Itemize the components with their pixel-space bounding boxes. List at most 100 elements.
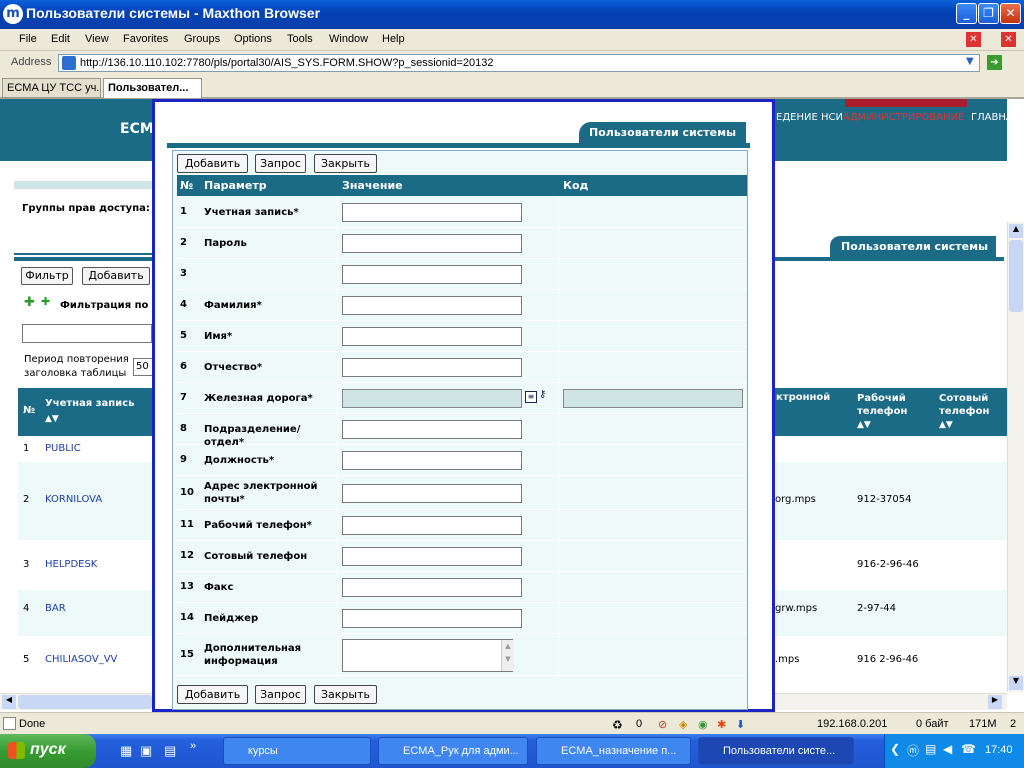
tray-arrow-icon[interactable]: ❮ — [890, 742, 900, 756]
menu-view[interactable]: View — [85, 33, 109, 45]
dropdown-arrow-icon[interactable]: ▼ — [966, 56, 974, 67]
scroll-left-icon[interactable]: ◀ — [2, 695, 16, 709]
phone-icon[interactable]: ☎ — [961, 742, 976, 756]
email-input[interactable] — [342, 484, 522, 503]
scroll-thumb[interactable] — [1009, 240, 1023, 312]
restore-button[interactable]: ❐ — [978, 3, 999, 24]
flash-icon[interactable]: ✱ — [717, 718, 726, 731]
menu-window[interactable]: Window — [329, 33, 368, 45]
row-account-link[interactable]: PUBLIC — [45, 443, 81, 454]
vertical-scrollbar[interactable]: ▲ ▼ — [1007, 222, 1024, 692]
surname-input[interactable] — [342, 296, 522, 315]
add-button-bottom[interactable]: Добавить — [177, 685, 248, 704]
form-row: 10 Адрес электронной почты* — [177, 476, 747, 510]
additional-info-textarea[interactable] — [342, 639, 513, 672]
pager-input[interactable] — [342, 609, 522, 628]
key-icon[interactable]: ⚷ — [539, 389, 546, 400]
account-input[interactable] — [342, 203, 522, 222]
user-form-dialog: Пользователи системы Добавить Запрос Зак… — [152, 99, 775, 712]
row-num: 2 — [23, 494, 30, 505]
department-input[interactable] — [342, 420, 522, 439]
row-num: 4 — [180, 299, 187, 310]
query-button-bottom[interactable]: Запрос — [255, 685, 306, 704]
close-form-button-bottom[interactable]: Закрыть — [314, 685, 377, 704]
sort-icon[interactable]: ▲▼ — [45, 414, 59, 424]
user-form: Добавить Запрос Закрыть № Параметр Значе… — [172, 150, 748, 710]
close-all-icon[interactable]: ✕ — [1001, 32, 1016, 47]
network-icon[interactable]: ▤ — [925, 742, 936, 756]
password-input[interactable] — [342, 234, 522, 253]
row-param: Дополнительная информация — [204, 643, 302, 667]
row-account-link[interactable]: HELPDESK — [45, 559, 97, 570]
col-cell-phone[interactable]: Сотовый телефон — [939, 392, 999, 418]
download-icon[interactable]: ⬇ — [736, 718, 745, 731]
sort-icon[interactable]: ▲▼ — [939, 420, 953, 430]
col-work-phone[interactable]: Рабочий телефон — [857, 392, 927, 418]
menu-file[interactable]: File — [19, 33, 37, 45]
quicklaunch-more-icon[interactable]: » — [190, 740, 196, 752]
col-account[interactable]: Учетная запись — [45, 398, 134, 409]
block-icon[interactable]: ⊘ — [658, 718, 667, 731]
recycle-icon[interactable]: ♻ — [612, 718, 623, 732]
book-icon[interactable]: ▤ — [164, 743, 176, 759]
access-groups-label: Группы прав доступа: — [22, 203, 150, 214]
form-row: 14 Пейджер — [177, 603, 747, 634]
scroll-down-icon[interactable]: ▼ — [1009, 676, 1023, 690]
tab-ecma[interactable]: ECMA ЦУ ТСС уч... — [2, 78, 101, 98]
list-icon[interactable]: ≡ — [525, 391, 537, 403]
menu-favorites[interactable]: Favorites — [123, 33, 168, 45]
menu-help[interactable]: Help — [382, 33, 405, 45]
row-account-link[interactable]: CHILIASOV_VV — [45, 654, 117, 665]
close-form-button[interactable]: Закрыть — [314, 154, 377, 173]
nav-admin[interactable]: АДМИНИСТРИРОВАНИЕ — [843, 112, 964, 123]
tab-users[interactable]: Пользовател... — [103, 78, 202, 98]
menu-options[interactable]: Options — [234, 33, 272, 45]
taskbar: пуск ▦ ▣ ▤ » курсы ECMA_Рук для адми... … — [0, 734, 1024, 768]
position-input[interactable] — [342, 451, 522, 470]
start-button[interactable]: пуск — [0, 734, 96, 768]
maxthon-tray-icon[interactable]: ⓜ — [907, 742, 919, 759]
filter-button[interactable]: Фильтр — [21, 267, 73, 285]
query-button[interactable]: Запрос — [255, 154, 306, 173]
name-input[interactable] — [342, 327, 522, 346]
taskbar-item-word-1[interactable]: ECMA_Рук для адми... — [378, 737, 528, 765]
textarea-scroll-icon[interactable]: ▲ ▼ — [501, 640, 514, 671]
taskbar-item-folder[interactable]: курсы — [223, 737, 371, 765]
scroll-up-icon[interactable]: ▲ — [1009, 224, 1023, 238]
bg-add-button[interactable]: Добавить — [82, 267, 150, 285]
nav-nsi[interactable]: ЕДЕНИЕ НСИ — [776, 112, 843, 123]
divider — [167, 143, 750, 148]
password-confirm-input[interactable] — [342, 265, 522, 284]
menu-edit[interactable]: Edit — [51, 33, 70, 45]
work-phone-input[interactable] — [342, 516, 522, 535]
add-button[interactable]: Добавить — [177, 154, 248, 173]
filter-input[interactable] — [22, 324, 152, 343]
close-tab-icon[interactable]: ✕ — [966, 32, 981, 47]
patronymic-input[interactable] — [342, 358, 522, 377]
shield-icon[interactable]: ◈ — [679, 718, 687, 731]
sort-icon[interactable]: ▲▼ — [857, 420, 871, 430]
cmd-icon[interactable]: ▣ — [140, 743, 152, 759]
quicklaunch-icon[interactable]: ▦ — [120, 743, 132, 759]
scroll-thumb[interactable] — [18, 695, 152, 709]
proxy-icon[interactable]: ◉ — [698, 718, 708, 731]
col-param: Параметр — [204, 179, 267, 192]
period-input[interactable]: 50 — [133, 358, 153, 376]
row-account-link[interactable]: BAR — [45, 603, 66, 614]
fax-input[interactable] — [342, 578, 522, 597]
volume-icon[interactable]: ◀ — [943, 742, 952, 756]
go-icon[interactable]: ➔ — [987, 55, 1002, 70]
menu-tools[interactable]: Tools — [287, 33, 313, 45]
divider — [14, 253, 154, 255]
scroll-right-icon[interactable]: ▶ — [988, 695, 1002, 709]
taskbar-item-word-2[interactable]: ECMA_назначение п... — [536, 737, 691, 765]
close-button[interactable]: ✕ — [1000, 3, 1021, 24]
menu-groups[interactable]: Groups — [184, 33, 220, 45]
minimize-button[interactable]: _ — [956, 3, 977, 24]
plus-icon[interactable]: ✚ — [24, 295, 35, 310]
cell-phone-input[interactable] — [342, 547, 522, 566]
row-account-link[interactable]: KORNILOVA — [45, 494, 102, 505]
plus-multi-icon[interactable]: ✚ — [41, 295, 50, 308]
taskbar-item-browser[interactable]: Пользователи систе... — [698, 737, 854, 765]
nav-home[interactable]: ГЛАВНАЯ — [971, 112, 1007, 123]
